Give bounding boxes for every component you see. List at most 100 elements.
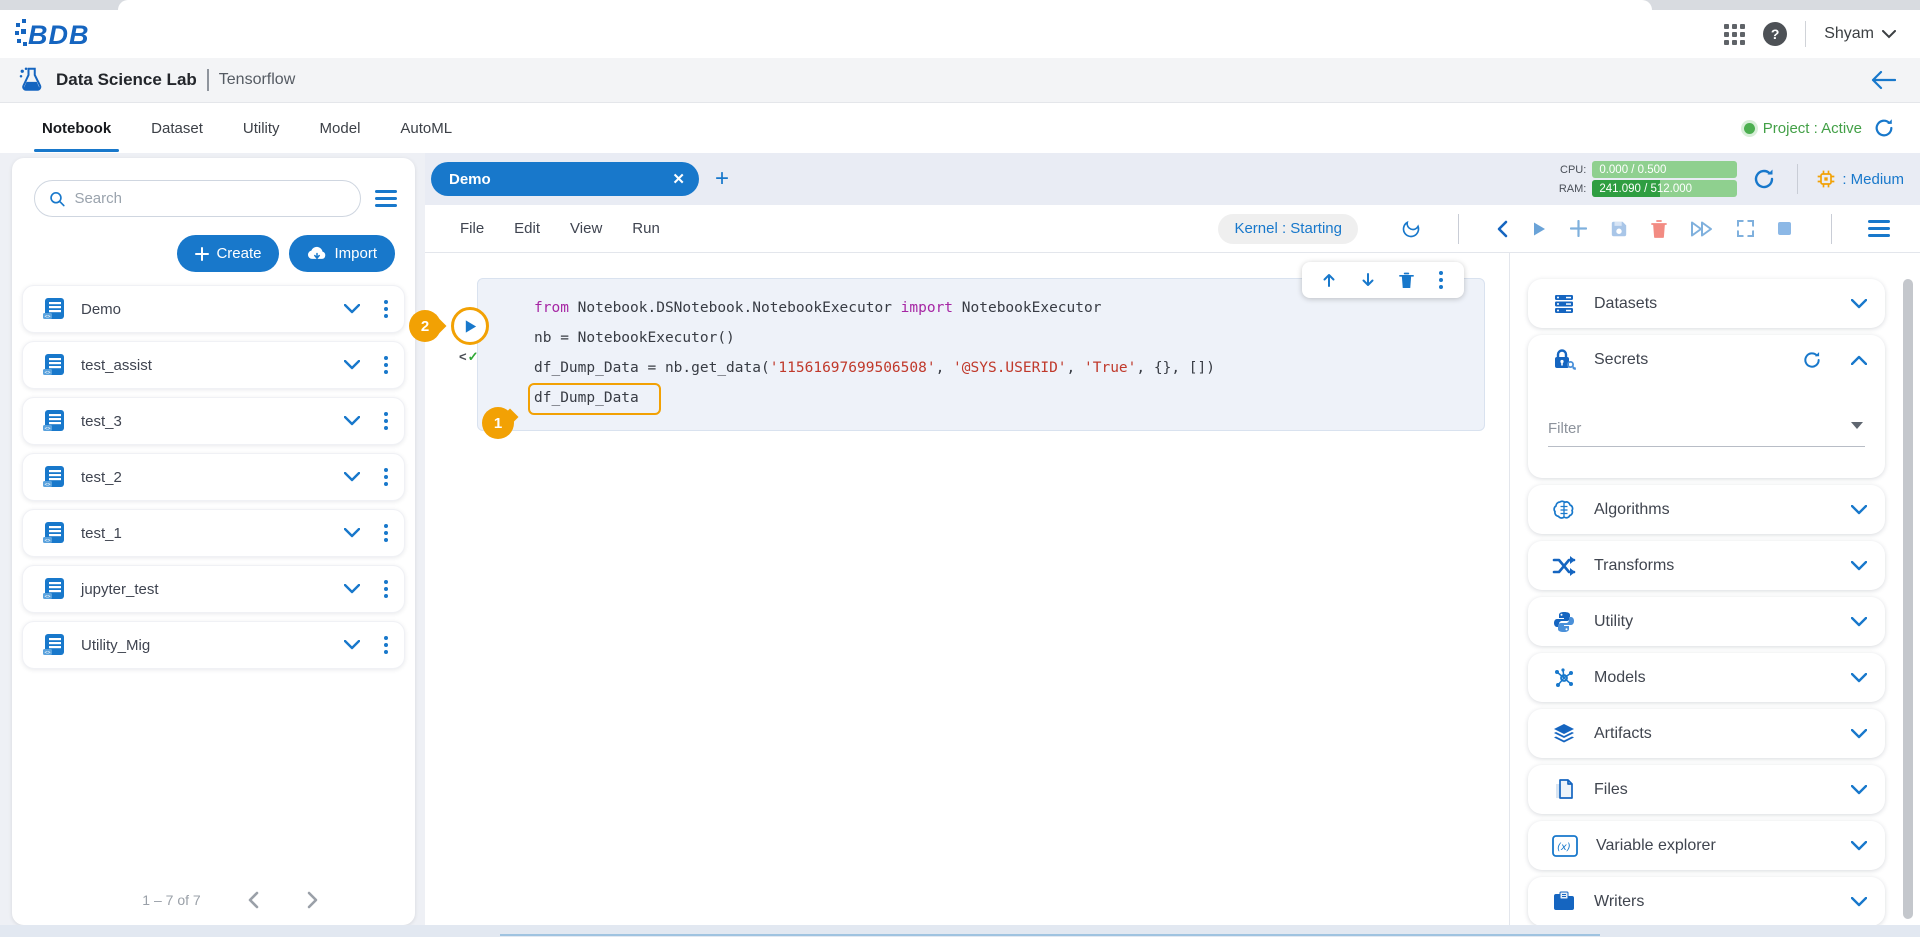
brain-icon [1552, 498, 1576, 522]
add-cell-icon[interactable] [1567, 217, 1590, 240]
lock-key-icon [1552, 348, 1576, 372]
toolbar-divider [1458, 214, 1459, 244]
chevron-down-icon[interactable] [1851, 729, 1867, 739]
secrets-filter-select[interactable]: Filter [1548, 420, 1865, 447]
notebook-list: <> Demo <> test_assist <> test_3 [22, 285, 405, 669]
ram-label: RAM: [1556, 183, 1586, 195]
sidebar-menu-icon[interactable] [375, 190, 397, 207]
chevron-down-icon[interactable] [344, 304, 360, 314]
cell-options-icon[interactable] [1434, 266, 1448, 294]
kebab-menu-icon[interactable] [382, 354, 390, 376]
strip-divider [1797, 164, 1798, 194]
section-variable-explorer[interactable]: (x) Variable explorer [1528, 821, 1885, 870]
list-item-test-1[interactable]: <> test_1 [22, 509, 405, 557]
flask-icon [16, 65, 46, 95]
bdb-logo[interactable]: BDB [14, 17, 110, 51]
create-button[interactable]: Create [177, 235, 279, 272]
list-item-jupyter-test[interactable]: <> jupyter_test [22, 565, 405, 613]
tab-notebook[interactable]: Notebook [40, 105, 113, 152]
chevron-down-icon[interactable] [344, 472, 360, 482]
chevron-down-icon[interactable] [1851, 785, 1867, 795]
user-menu[interactable]: Shyam [1824, 25, 1896, 43]
tab-automl[interactable]: AutoML [398, 105, 454, 152]
right-panel-scrollbar[interactable] [1903, 279, 1913, 919]
page-prev-icon[interactable] [245, 889, 261, 911]
chevron-down-icon[interactable] [1851, 505, 1867, 515]
list-item-test-assist[interactable]: <> test_assist [22, 341, 405, 389]
kebab-menu-icon[interactable] [382, 578, 390, 600]
help-icon[interactable]: ? [1763, 22, 1787, 46]
chevron-down-icon[interactable] [344, 360, 360, 370]
notebook-options-icon[interactable] [1868, 220, 1890, 237]
delete-cell-icon[interactable] [1396, 269, 1417, 292]
run-all-icon[interactable] [1687, 218, 1717, 240]
section-artifacts[interactable]: Artifacts [1528, 709, 1885, 758]
chevron-down-icon[interactable] [1851, 897, 1867, 907]
kebab-menu-icon[interactable] [382, 410, 390, 432]
secrets-refresh-icon[interactable] [1799, 347, 1825, 373]
list-item-utility-mig[interactable]: <> Utility_Mig [22, 621, 405, 669]
list-item-test-3[interactable]: <> test_3 [22, 397, 405, 445]
save-icon[interactable] [1607, 217, 1631, 241]
chevron-down-icon[interactable] [344, 416, 360, 426]
chevron-down-icon[interactable] [344, 528, 360, 538]
chevron-down-icon[interactable] [1851, 561, 1867, 571]
section-secrets-header[interactable]: Secrets [1528, 335, 1885, 384]
chevron-down-icon[interactable] [1851, 673, 1867, 683]
menu-run[interactable]: Run [632, 220, 660, 237]
apps-grid-icon[interactable] [1724, 24, 1745, 45]
tab-utility[interactable]: Utility [241, 105, 282, 152]
tab-model[interactable]: Model [318, 105, 363, 152]
collapse-panel-icon[interactable] [1493, 217, 1511, 241]
delete-notebook-icon[interactable] [1648, 217, 1670, 241]
resources-refresh-icon[interactable] [1749, 164, 1779, 194]
section-transforms[interactable]: Transforms [1528, 541, 1885, 590]
chevron-up-icon[interactable] [1851, 355, 1867, 365]
import-button[interactable]: Import [289, 235, 395, 272]
chevron-down-icon[interactable] [344, 640, 360, 650]
chevron-down-icon[interactable] [1851, 299, 1867, 309]
kebab-menu-icon[interactable] [382, 522, 390, 544]
move-cell-down-icon[interactable] [1357, 269, 1379, 291]
notebook-name: test_1 [81, 525, 330, 542]
back-arrow-icon[interactable] [1870, 70, 1896, 90]
stop-kernel-icon[interactable] [1774, 218, 1795, 239]
project-refresh-icon[interactable] [1870, 114, 1898, 142]
nav-tab-bar: Notebook Dataset Utility Model AutoML Pr… [0, 103, 1920, 153]
tab-dataset[interactable]: Dataset [149, 105, 205, 152]
list-item-demo[interactable]: <> Demo [22, 285, 405, 333]
notebook-icon: <> [41, 296, 67, 322]
fullscreen-icon[interactable] [1734, 217, 1757, 240]
run-cell-button[interactable] [451, 307, 489, 345]
section-writers[interactable]: Writers [1528, 877, 1885, 925]
kebab-menu-icon[interactable] [382, 298, 390, 320]
menu-view[interactable]: View [570, 220, 602, 237]
run-cell-icon[interactable] [1528, 218, 1550, 240]
move-cell-up-icon[interactable] [1318, 269, 1340, 291]
header: BDB ? Shyam [0, 10, 1920, 58]
new-tab-icon[interactable]: + [715, 167, 729, 191]
code-cell[interactable]: from Notebook.DSNotebook.NotebookExecuto… [477, 278, 1485, 431]
chevron-down-icon[interactable] [344, 584, 360, 594]
search-input[interactable] [74, 190, 346, 207]
list-item-test-2[interactable]: <> test_2 [22, 453, 405, 501]
close-tab-icon[interactable]: ✕ [672, 170, 685, 188]
section-models[interactable]: Models [1528, 653, 1885, 702]
cpu-usage-value: 0.000 / 0.500 [1599, 161, 1666, 178]
theme-moon-icon[interactable] [1398, 216, 1424, 242]
kebab-menu-icon[interactable] [382, 634, 390, 656]
menu-file[interactable]: File [460, 220, 484, 237]
notebook-name: test_3 [81, 413, 330, 430]
search-box[interactable] [34, 180, 361, 217]
section-utility[interactable]: Utility [1528, 597, 1885, 646]
kebab-menu-icon[interactable] [382, 466, 390, 488]
open-notebook-tab[interactable]: Demo ✕ [431, 162, 699, 196]
section-datasets[interactable]: Datasets [1528, 279, 1885, 328]
page-next-icon[interactable] [305, 889, 321, 911]
chevron-down-icon[interactable] [1851, 617, 1867, 627]
section-files[interactable]: Files [1528, 765, 1885, 814]
chevron-down-icon[interactable] [1851, 841, 1867, 851]
menu-edit[interactable]: Edit [514, 220, 540, 237]
section-algorithms[interactable]: Algorithms [1528, 485, 1885, 534]
svg-text:<>: <> [45, 426, 51, 432]
